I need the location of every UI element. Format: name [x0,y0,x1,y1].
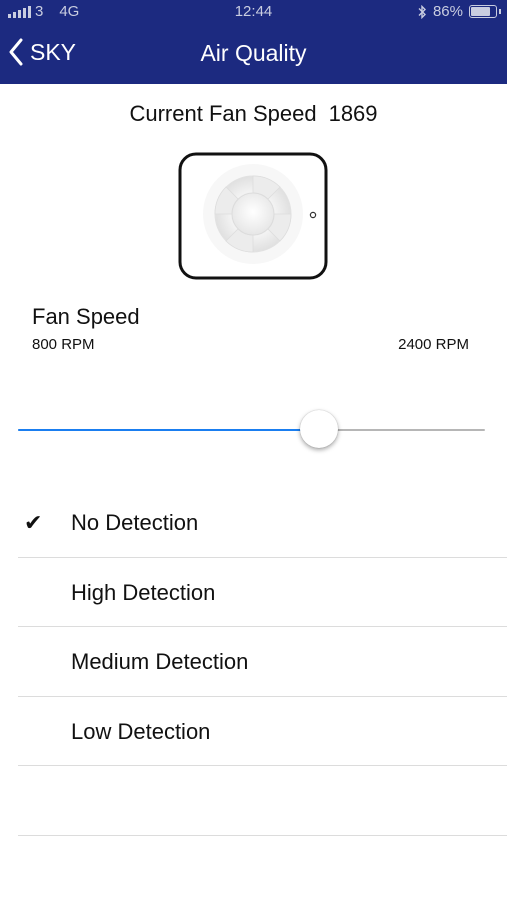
detection-option-label: No Detection [71,510,199,535]
slider-thumb[interactable] [299,410,338,448]
battery-percent: 86% [432,3,463,20]
battery-icon [469,5,501,18]
detection-list: ✔ No Detection High Detection Medium Det… [0,488,507,836]
current-fan-speed: Current Fan Speed 1869 [0,101,507,127]
fan-speed-max-label: 2400 RPM [398,336,469,353]
checkmark-icon: ✔ [24,510,43,535]
detection-option[interactable]: Low Detection [0,697,507,766]
bluetooth-icon [418,4,426,19]
detection-option[interactable]: Medium Detection [0,627,507,697]
nav-bar: SKY Air Quality [0,24,507,84]
detection-option-label: Low Detection [71,718,211,744]
fan-speed-label: Fan Speed [32,304,140,329]
current-fan-speed-label: Current Fan Speed [129,101,317,126]
detection-option[interactable] [0,766,507,836]
detection-option[interactable]: ✔ No Detection [0,488,507,558]
detection-option-label: High Detection [71,579,216,605]
detection-option-label: Medium Detection [71,649,249,674]
status-right: 86% [418,3,501,20]
current-fan-speed-value: 1869 [328,101,378,126]
fan-speed-min-label: 800 RPM [32,336,95,353]
detection-option[interactable]: High Detection [0,558,507,627]
fan-speed-slider[interactable] [18,410,485,450]
slider-track-fill [18,429,319,431]
page-title: Air Quality [200,40,307,66]
row-divider [18,834,507,836]
fan-device-image [178,152,328,280]
status-bar: 3 4G 12:44 86% [0,0,507,24]
